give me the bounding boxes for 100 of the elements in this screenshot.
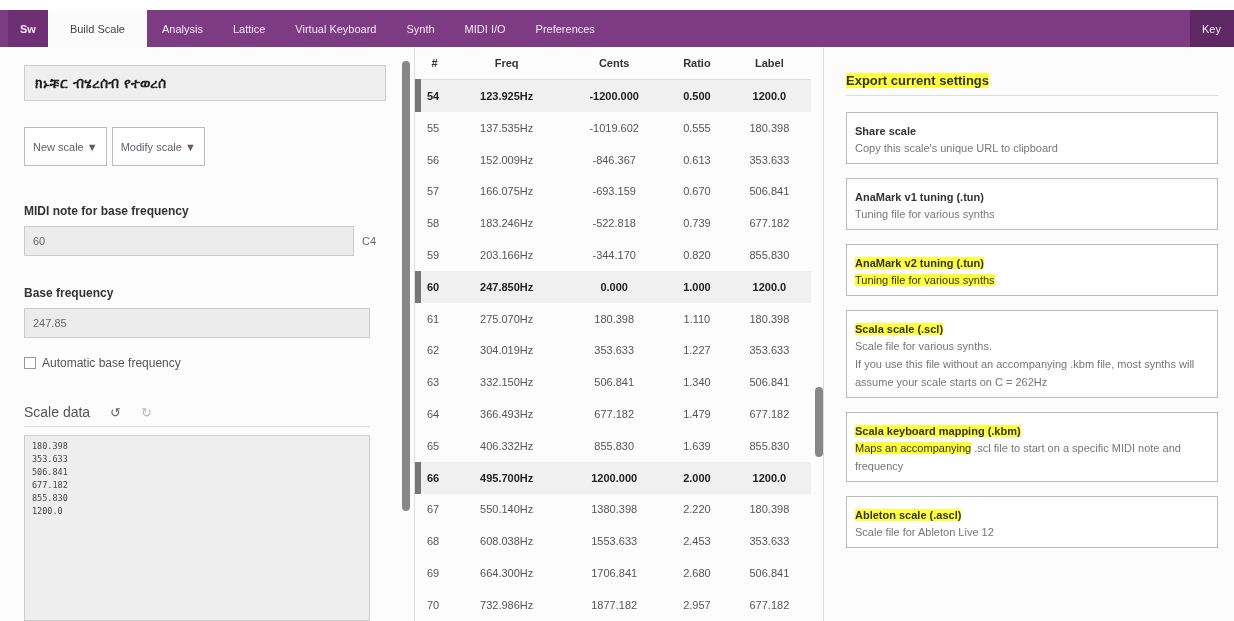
table-cell: 137.535Hz <box>451 111 563 144</box>
table-cell: 1380.398 <box>562 493 667 526</box>
table-cell-text: 1706.841 <box>590 566 639 582</box>
undo-button[interactable]: ↺ <box>110 404 122 420</box>
input-field[interactable]: 60 <box>24 226 354 256</box>
table-cell-text: 63 <box>426 375 441 391</box>
table-cell-text: 506.841 <box>748 375 791 391</box>
table-cell-text: -846.367 <box>591 152 637 168</box>
option-title: AnaMark v2 tuning (.tun) <box>855 257 984 269</box>
table-cell-text: 68 <box>426 534 441 550</box>
table-cell-text: 0.613 <box>682 152 712 168</box>
nav-tab[interactable]: Lattice <box>217 10 281 47</box>
table-cell: 2.000 <box>666 461 728 494</box>
table-cell-text: 353.633 <box>748 534 791 550</box>
nav-tab[interactable]: Virtual Keyboard <box>280 10 392 47</box>
dropdown-button[interactable]: New scale ▼ <box>24 127 107 166</box>
app-brand[interactable]: Sw <box>8 10 48 47</box>
export-option[interactable]: Ableton scale (.ascl) Scale file for Ableton Live 12 <box>846 496 1218 548</box>
nav-tab[interactable]: Preferences <box>520 10 610 47</box>
table-cell: 180.398 <box>562 302 667 335</box>
table-cell-text: 56 <box>426 152 441 168</box>
table-cell: 180.398 <box>727 493 811 526</box>
export-option[interactable]: AnaMark v1 tuning (.tun) Tuning file for various synths <box>846 178 1218 230</box>
export-option[interactable]: Share scale Copy this scale's unique URL to clipboard <box>846 112 1218 164</box>
table-cell-text: 0.739 <box>682 216 712 232</box>
option-description: Tuning file for various synths <box>855 207 996 222</box>
table-cell: 55 <box>418 111 451 144</box>
scale-name-field[interactable]: ክኑቹር ብሄረሰብ የተወረሰ <box>24 65 386 101</box>
table-cell-text: 1.227 <box>682 343 712 359</box>
input-field[interactable]: 247.85 <box>24 308 370 338</box>
option-title: Share scale <box>855 125 917 137</box>
table-cell: 203.166Hz <box>451 239 563 271</box>
table-cell-text: 304.019Hz <box>479 343 535 359</box>
nav-tab[interactable]: Key <box>1190 10 1234 47</box>
nav-tab[interactable]: Analysis <box>146 10 218 47</box>
table-cell-text: 58 <box>426 216 441 232</box>
table-cell-text: 732.986Hz <box>479 598 535 613</box>
table-cell: 275.070Hz <box>451 302 563 335</box>
table-cell: 0.500 <box>666 79 728 112</box>
table-cell: 550.140Hz <box>451 493 563 526</box>
table-cell: 1.639 <box>666 429 728 462</box>
table-cell: 59 <box>418 239 451 271</box>
table-cell: 247.850Hz <box>451 270 563 303</box>
table-cell: 0.000 <box>562 270 667 303</box>
section-heading: Export current settings <box>846 73 990 88</box>
table-cell: 61 <box>418 302 451 335</box>
table-cell-text: 506.841 <box>593 375 636 391</box>
table-cell-text: 64 <box>426 407 441 423</box>
column-header: Label <box>727 47 811 80</box>
export-option[interactable]: AnaMark v2 tuning (.tun) Tuning file for various synths <box>846 244 1218 296</box>
nav-tab[interactable]: MIDI I/O <box>449 10 521 47</box>
note-name: C4 <box>362 235 377 247</box>
export-option[interactable]: Scala keyboard mapping (.kbm) Maps an accompanying .scl file to start on a specific MIDI note and frequency <box>846 412 1218 482</box>
option-description: Maps an accompanying .scl file to start on a specific MIDI note and frequency <box>855 441 1182 474</box>
table-cell: 0.555 <box>666 111 728 144</box>
table-cell: 855.830 <box>727 429 811 462</box>
table-cell-text: 677.182 <box>748 407 791 423</box>
export-option[interactable]: Scala scale (.scl) Scale file for various synths. If you use this file without an accompanying .kbm file, most synths will assume your scale starts on C = 262Hz <box>846 310 1218 398</box>
table-cell-text: 1553.633 <box>590 534 639 550</box>
table-cell-text: 366.493Hz <box>479 407 535 423</box>
table-cell-text: 57 <box>426 184 441 200</box>
table-cell: 67 <box>418 493 451 526</box>
table-cell-text: -693.159 <box>591 184 637 200</box>
dropdown-button[interactable]: Modify scale ▼ <box>111 127 205 166</box>
table-cell-text: 69 <box>426 566 441 582</box>
checkbox[interactable] <box>24 357 36 369</box>
table-cell-text: 353.633 <box>748 152 791 168</box>
table-cell-text: 1.340 <box>682 375 712 391</box>
table-cell: 855.830 <box>562 429 667 462</box>
table-cell: -344.170 <box>562 239 667 271</box>
table-cell-text: 353.633 <box>593 343 636 359</box>
table-cell-text: 183.246Hz <box>479 216 535 232</box>
table-cell-text: 70 <box>426 598 441 613</box>
table-cell: 495.700Hz <box>451 461 563 494</box>
nav-tab[interactable]: Synth <box>391 10 450 47</box>
table-cell-text: 608.038Hz <box>479 534 535 550</box>
option-description: Scale file for various synths. <box>855 339 993 354</box>
checkbox-label: Automatic base frequency <box>42 356 181 370</box>
option-description: Copy this scale's unique URL to clipboard <box>855 141 1059 156</box>
table-cell-text: 506.841 <box>748 566 791 582</box>
table-cell-text: 677.182 <box>748 598 791 613</box>
option-title: Scala scale (.scl) <box>855 323 944 335</box>
table-cell-text: 0.670 <box>682 184 712 200</box>
option-title: Scala keyboard mapping (.kbm) <box>855 425 1021 437</box>
option-description: If you use this file without an accompanying .kbm file, most synths will assume your scale starts on C = 262Hz <box>855 357 1196 390</box>
table-cell: 1200.0 <box>727 79 811 112</box>
scale-data-textarea[interactable]: 180.398 353.633 506.841 677.182 855.830 1200.0 <box>24 435 370 621</box>
table-cell: 180.398 <box>727 302 811 335</box>
option-title: AnaMark v1 tuning (.tun) <box>855 191 984 203</box>
table-cell-text: 1877.182 <box>590 598 639 613</box>
table-cell: 54 <box>418 79 451 112</box>
nav-tab[interactable]: Build Scale <box>47 10 147 47</box>
table-cell-text: 2.957 <box>682 598 712 613</box>
table-cell: 406.332Hz <box>451 429 563 462</box>
option-description: Scale file for Ableton Live 12 <box>855 525 995 540</box>
table-cell: 1.110 <box>666 302 728 335</box>
table-cell: 0.820 <box>666 239 728 271</box>
table-cell-text: 506.841 <box>748 184 791 200</box>
table-cell: 1200.000 <box>562 461 667 494</box>
table-cell: 66 <box>418 461 451 494</box>
